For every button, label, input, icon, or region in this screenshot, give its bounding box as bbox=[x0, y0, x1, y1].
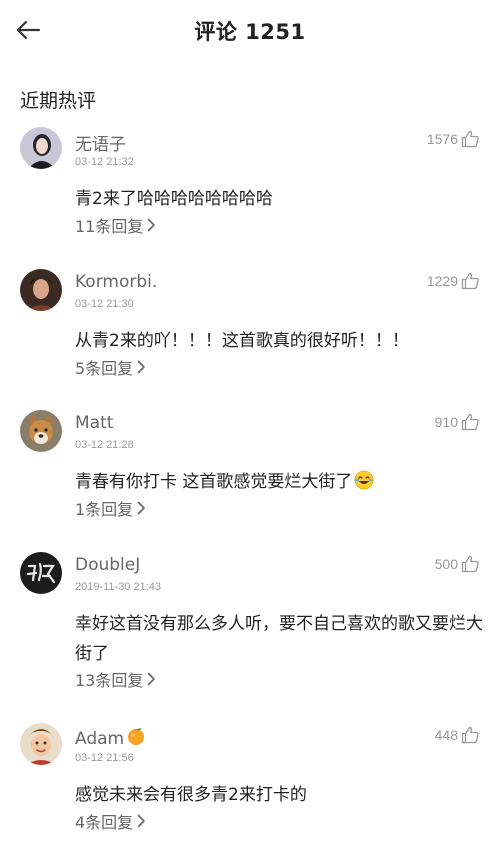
replies-link[interactable]: 1条回复 bbox=[75, 496, 146, 520]
section-title: 近期热评 bbox=[20, 90, 97, 112]
like-count: 448 bbox=[434, 727, 458, 743]
page-title: 评论 1251 bbox=[194, 20, 306, 44]
comment-text: 青2来了哈哈哈哈哈哈哈哈 bbox=[75, 189, 273, 209]
thumbs-up-icon bbox=[461, 413, 479, 431]
avatar[interactable] bbox=[20, 269, 62, 311]
comment-text: 从青2来的吖！！！这首歌真的很好听！！！ bbox=[75, 331, 409, 351]
replies-link[interactable]: 5条回复 bbox=[75, 355, 146, 379]
avatar[interactable] bbox=[20, 552, 62, 594]
like-button[interactable]: 500 bbox=[435, 552, 480, 576]
like-button[interactable]: 1229 bbox=[427, 269, 480, 293]
chevron-right-icon bbox=[137, 814, 145, 828]
timestamp: 03-12 21:56 bbox=[75, 752, 134, 764]
thumbs-up-icon bbox=[461, 726, 479, 744]
like-count: 1576 bbox=[426, 131, 458, 147]
username-text: Adam bbox=[75, 729, 125, 749]
avatar[interactable] bbox=[20, 410, 62, 452]
chevron-right-icon bbox=[148, 218, 156, 232]
replies-count: 11条回复 bbox=[75, 217, 144, 236]
chevron-right-icon bbox=[137, 501, 145, 515]
username[interactable]: 无语子 bbox=[75, 130, 126, 155]
replies-link[interactable]: 11条回复 bbox=[75, 213, 156, 237]
tangerine-emoji bbox=[128, 728, 145, 745]
timestamp: 03-12 21:32 bbox=[75, 156, 134, 168]
timestamp: 2019-11-30 21:43 bbox=[75, 581, 162, 593]
like-button[interactable]: 1576 bbox=[427, 127, 480, 151]
like-count: 500 bbox=[434, 556, 458, 572]
username[interactable]: Kormorbi. bbox=[75, 272, 157, 292]
timestamp: 03-12 21:30 bbox=[75, 298, 134, 310]
thumbs-up-icon bbox=[461, 272, 479, 290]
chevron-right-icon bbox=[148, 672, 156, 686]
replies-link[interactable]: 4条回复 bbox=[75, 809, 146, 833]
comment-text: 幸好这首没有那么多人听，要不自己喜欢的歌又要烂大街了 bbox=[75, 614, 483, 664]
comment-text-body: 青春有你打卡 这首歌感觉要烂大街了 bbox=[75, 472, 353, 492]
replies-count: 4条回复 bbox=[75, 813, 134, 832]
tears-of-joy-emoji bbox=[355, 470, 374, 490]
chevron-right-icon bbox=[137, 360, 145, 374]
username[interactable]: DoubleJ bbox=[75, 555, 140, 575]
like-button[interactable]: 910 bbox=[435, 410, 480, 434]
replies-count: 13条回复 bbox=[75, 671, 144, 690]
username[interactable]: Matt bbox=[75, 413, 113, 433]
comment-text: 感觉未来会有很多青2来打卡的 bbox=[75, 785, 307, 805]
top-bar: 评论 1251 bbox=[0, 0, 500, 62]
avatar[interactable] bbox=[20, 723, 62, 765]
like-count: 910 bbox=[434, 414, 458, 430]
replies-count: 1条回复 bbox=[75, 500, 134, 519]
username[interactable]: Adam bbox=[75, 726, 146, 749]
thumbs-up-icon bbox=[461, 130, 479, 148]
timestamp: 03-12 21:28 bbox=[75, 439, 134, 451]
comment-text: 青春有你打卡 这首歌感觉要烂大街了 bbox=[75, 467, 485, 497]
thumbs-up-icon bbox=[461, 555, 479, 573]
avatar[interactable] bbox=[20, 127, 62, 169]
replies-link[interactable]: 13条回复 bbox=[75, 667, 156, 691]
replies-count: 5条回复 bbox=[75, 359, 134, 378]
like-button[interactable]: 448 bbox=[435, 723, 480, 747]
like-count: 1229 bbox=[426, 273, 458, 289]
